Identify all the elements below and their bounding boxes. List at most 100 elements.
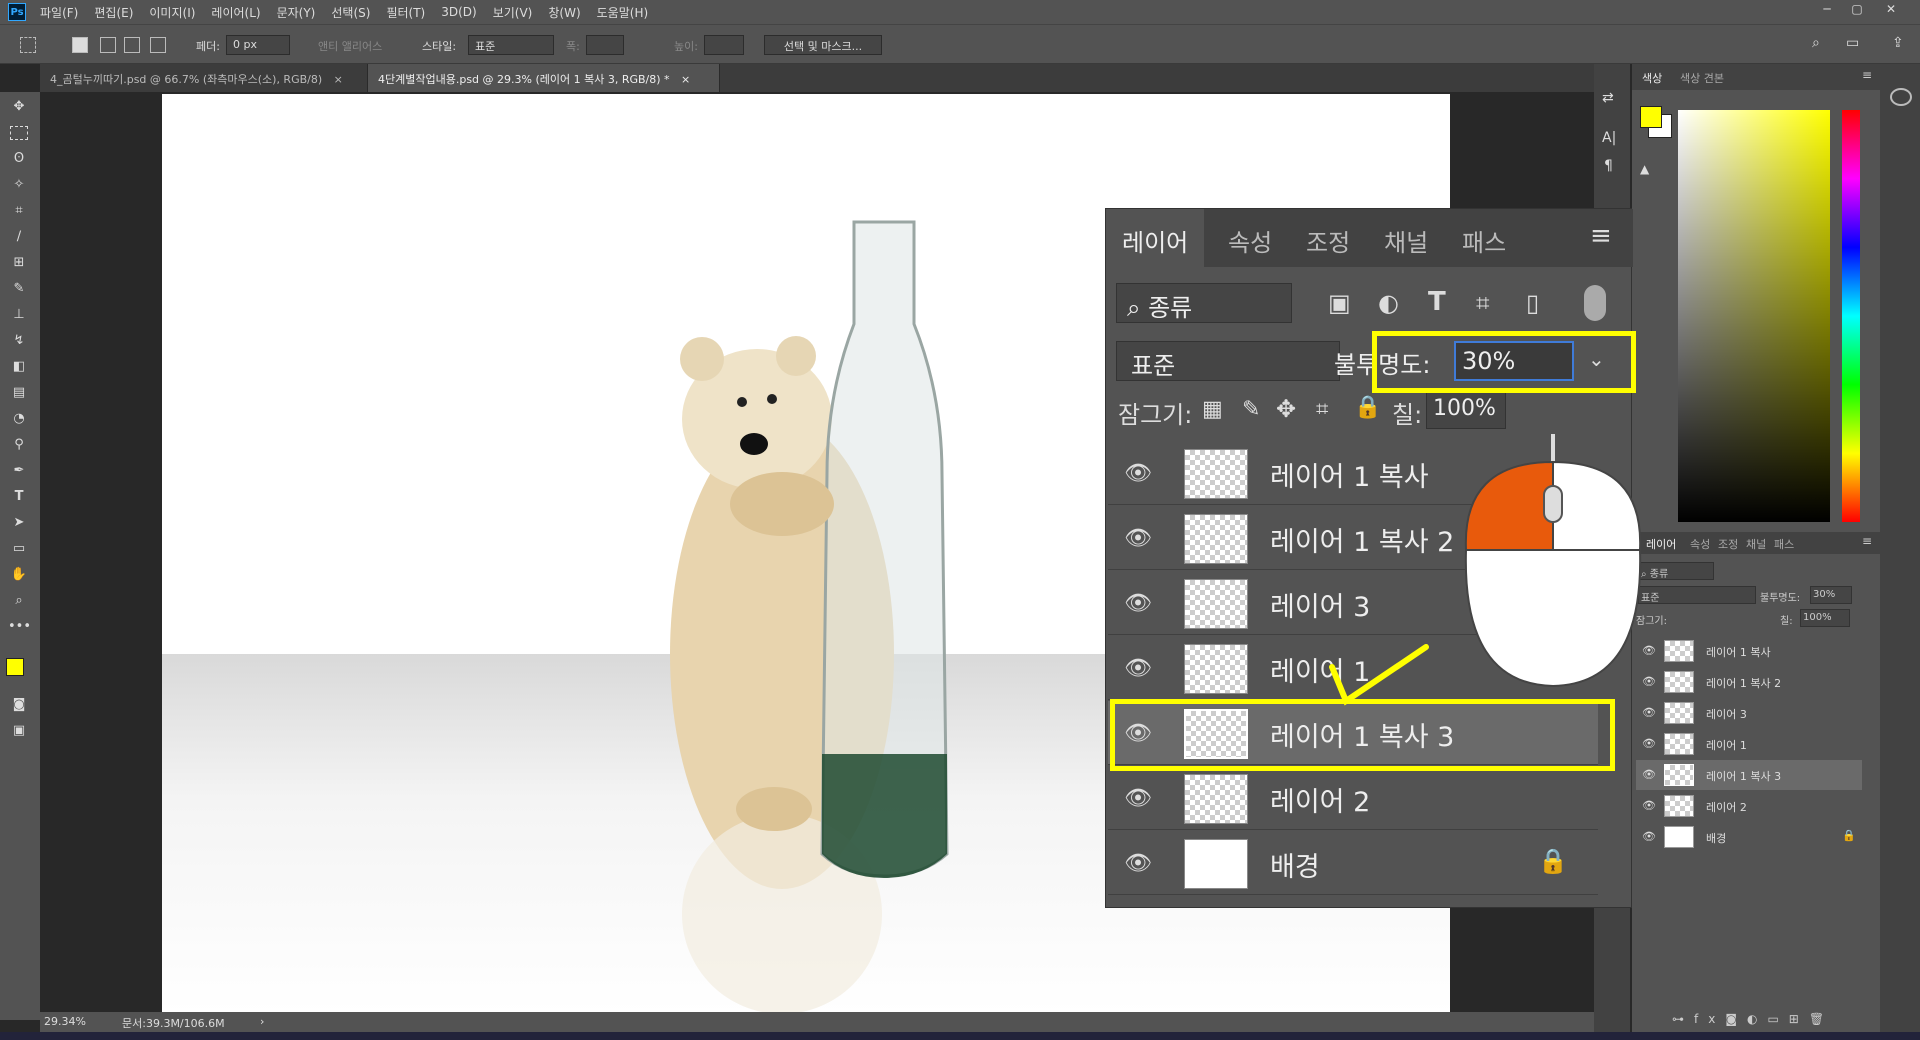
menu-image[interactable]: 이미지(I)	[149, 4, 195, 21]
status-arrow-icon[interactable]: ›	[260, 1015, 264, 1028]
smart-object-filter-icon[interactable]: ▯	[1526, 289, 1539, 317]
filter-kind-select[interactable]: ⌕ 종류	[1638, 562, 1714, 580]
move-tool-icon[interactable]: ✥	[8, 96, 30, 118]
magic-wand-tool-icon[interactable]: ✧	[8, 174, 30, 196]
tab-document-1[interactable]: 4_곰털누끼따기.psd @ 66.7% (좌측마우스(소), RGB/8) ×	[40, 64, 368, 92]
tab-color[interactable]: 색상	[1642, 70, 1662, 86]
select-and-mask-button[interactable]: 선택 및 마스크...	[764, 35, 882, 55]
visibility-eye-icon[interactable]: 👁	[1642, 706, 1656, 719]
menu-edit[interactable]: 편집(E)	[94, 4, 133, 21]
add-selection-icon[interactable]	[100, 37, 116, 53]
gradient-tool-icon[interactable]: ▤	[8, 382, 30, 404]
lock-artboard-icon[interactable]: ⌗	[1316, 397, 1328, 422]
opacity-input[interactable]: 30%	[1810, 586, 1852, 604]
menu-type[interactable]: 문자(Y)	[277, 4, 316, 21]
layer-row[interactable]: 👁 배경 🔒	[1108, 831, 1598, 895]
shape-filter-icon[interactable]: ⌗	[1476, 289, 1490, 317]
blend-mode-select[interactable]: 표준	[1116, 341, 1340, 381]
more-tools-icon[interactable]: •••	[8, 616, 31, 638]
eyedropper-tool-icon[interactable]: ∕	[8, 226, 30, 248]
close-button[interactable]: ✕	[1880, 2, 1902, 20]
visibility-eye-icon[interactable]: 👁	[1642, 737, 1656, 750]
visibility-eye-icon[interactable]: 👁	[1124, 461, 1154, 486]
visibility-eye-icon[interactable]: 👁	[1124, 656, 1154, 681]
tab-adjustments[interactable]: 조정	[1718, 536, 1738, 552]
intersect-selection-icon[interactable]	[150, 37, 166, 53]
height-input[interactable]	[704, 35, 744, 55]
history-brush-icon[interactable]: ↯	[8, 330, 30, 352]
tab-channels[interactable]: 채널	[1746, 536, 1766, 552]
menu-layer[interactable]: 레이어(L)	[211, 4, 260, 21]
layer-row[interactable]: 👁 레이어 2	[1636, 791, 1862, 821]
character-icon[interactable]: A|	[1602, 130, 1622, 150]
zoom-level[interactable]: 29.34%	[44, 1015, 86, 1028]
history-icon[interactable]: ⇄	[1602, 90, 1622, 110]
layer-actions-bar[interactable]: ⊶fx◙◐▭⊞🗑	[1672, 1012, 1872, 1028]
tab-adjustments[interactable]: 조정	[1290, 209, 1366, 267]
layer-row[interactable]: 👁 배경 🔒	[1636, 822, 1862, 852]
menu-3d[interactable]: 3D(D)	[441, 5, 476, 19]
width-input[interactable]	[586, 35, 624, 55]
menu-filter[interactable]: 필터(T)	[386, 4, 425, 21]
libraries-icon[interactable]	[1890, 88, 1912, 106]
visibility-eye-icon[interactable]: 👁	[1124, 526, 1154, 551]
zoom-tool-icon[interactable]: ⌕	[8, 590, 30, 612]
menu-file[interactable]: 파일(F)	[40, 4, 78, 21]
panel-menu-icon[interactable]: ≡	[1862, 534, 1872, 548]
type-tool-icon[interactable]: T	[8, 486, 30, 508]
visibility-eye-icon[interactable]: 👁	[1124, 851, 1154, 876]
paragraph-icon[interactable]: ¶	[1604, 158, 1624, 178]
lock-pixels-icon[interactable]: ▦	[1202, 397, 1223, 422]
layer-row[interactable]: 👁 레이어 1 복사 2	[1636, 667, 1862, 697]
image-filter-icon[interactable]: ▣	[1328, 289, 1351, 317]
style-select[interactable]: 표준	[468, 35, 554, 55]
color-field[interactable]	[1678, 110, 1830, 522]
close-tab-icon[interactable]: ×	[681, 73, 690, 86]
visibility-eye-icon[interactable]: 👁	[1124, 786, 1154, 811]
panel-menu-icon[interactable]: ≡	[1590, 221, 1612, 251]
tab-paths[interactable]: 패스	[1446, 209, 1522, 267]
lock-brush-icon[interactable]: ✎	[1242, 397, 1260, 422]
eraser-tool-icon[interactable]: ◧	[8, 356, 30, 378]
tab-properties[interactable]: 속성	[1212, 209, 1288, 267]
layer-row[interactable]: 👁 레이어 3	[1636, 698, 1862, 728]
rectangle-tool-icon[interactable]: ▭	[8, 538, 30, 560]
visibility-eye-icon[interactable]: 👁	[1642, 768, 1656, 781]
menu-view[interactable]: 보기(V)	[493, 4, 533, 21]
blur-tool-icon[interactable]: ◔	[8, 408, 30, 430]
close-tab-icon[interactable]: ×	[334, 73, 343, 86]
layer-row[interactable]: 👁 레이어 2	[1108, 766, 1598, 830]
crop-tool-icon[interactable]: ⌗	[8, 200, 30, 222]
visibility-eye-icon[interactable]: 👁	[1124, 591, 1154, 616]
filter-kind-select[interactable]: ⌕ 종류	[1116, 283, 1292, 323]
tab-document-2[interactable]: 4단계별작업내용.psd @ 29.3% (레이어 1 복사 3, RGB/8)…	[368, 64, 720, 92]
minimize-button[interactable]: ─	[1816, 2, 1838, 20]
type-filter-icon[interactable]: T	[1428, 287, 1446, 317]
tab-channels[interactable]: 채널	[1368, 209, 1444, 267]
foreground-color-swatch[interactable]	[6, 658, 24, 676]
visibility-eye-icon[interactable]: 👁	[1642, 830, 1656, 843]
new-selection-icon[interactable]	[72, 37, 88, 53]
healing-tool-icon[interactable]: ⊞	[8, 252, 30, 274]
fill-input[interactable]: 100%	[1426, 391, 1506, 429]
pen-tool-icon[interactable]: ✒	[8, 460, 30, 482]
menu-window[interactable]: 창(W)	[548, 4, 580, 21]
feather-input[interactable]: 0 px	[226, 35, 290, 55]
layer-row[interactable]: 👁 레이어 1	[1636, 729, 1862, 759]
blend-mode-select[interactable]: 표준	[1638, 586, 1756, 604]
search-icon[interactable]: ⌕	[1812, 35, 1820, 51]
lock-all-icon[interactable]: 🔒	[1354, 395, 1381, 420]
tab-swatches[interactable]: 색상 견본	[1680, 70, 1724, 86]
marquee-tool-icon[interactable]	[20, 37, 36, 53]
workspace-icon[interactable]: ▭	[1846, 35, 1859, 51]
fill-input[interactable]: 100%	[1800, 609, 1850, 627]
dodge-tool-icon[interactable]: ⚲	[8, 434, 30, 456]
adjustment-filter-icon[interactable]: ◐	[1378, 289, 1399, 317]
lasso-tool-icon[interactable]: ʘ	[8, 148, 30, 170]
tab-layers[interactable]: 레이어	[1646, 536, 1676, 552]
tab-layers[interactable]: 레이어	[1106, 209, 1205, 267]
filter-toggle[interactable]	[1584, 285, 1606, 321]
hue-slider[interactable]	[1842, 110, 1860, 522]
tab-paths[interactable]: 패스	[1774, 536, 1794, 552]
subtract-selection-icon[interactable]	[124, 37, 140, 53]
